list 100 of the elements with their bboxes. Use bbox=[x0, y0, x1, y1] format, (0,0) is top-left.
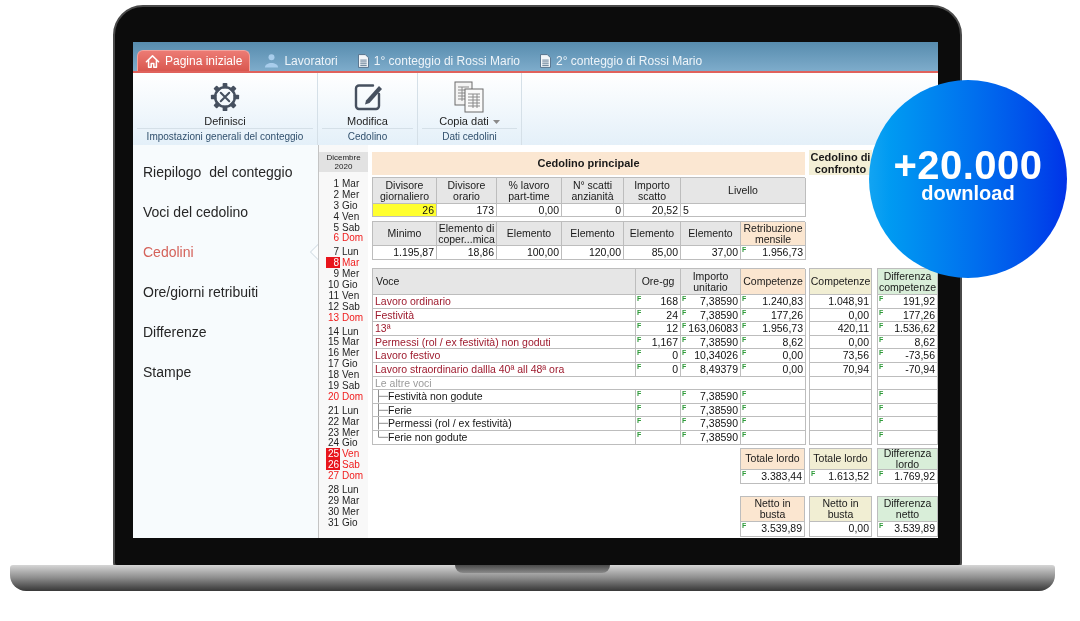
table-cell: 120,00 bbox=[588, 246, 621, 259]
column-header: Importo scatto bbox=[624, 178, 681, 204]
sidebar-item[interactable]: Stampe bbox=[133, 352, 318, 392]
column-header: Competenze bbox=[810, 269, 872, 295]
total-header: Netto in busta bbox=[809, 495, 872, 522]
table-cell: 8,62 bbox=[782, 335, 803, 349]
month-header: Dicembre 2020 bbox=[319, 152, 368, 172]
table-cell: 7,38590 bbox=[700, 417, 738, 430]
table-cell: 1.956,73 bbox=[762, 322, 803, 335]
weekday-label: Mar bbox=[341, 494, 360, 506]
day-number: 11 bbox=[328, 289, 340, 301]
tree-connector bbox=[378, 390, 388, 403]
weekday-label: Mer bbox=[341, 347, 360, 359]
table-cell: -70,94 bbox=[905, 362, 935, 376]
day-number: 16 bbox=[327, 347, 340, 359]
weekday-label: Gio bbox=[341, 516, 358, 528]
table-cell: 1.769,92 bbox=[894, 469, 935, 483]
column-header: Livello bbox=[681, 178, 806, 204]
table-cell: 13ª bbox=[375, 322, 391, 335]
table-cell: 177,26 bbox=[770, 308, 803, 322]
section-header: Cedolino di confronto bbox=[809, 150, 872, 175]
table-cell: 1,167 bbox=[651, 335, 678, 349]
day-number: 10 bbox=[327, 279, 340, 290]
table-cell: 420,11 bbox=[837, 322, 869, 335]
table-cell: 0 bbox=[672, 349, 678, 362]
column-header: N° scatti anzianità bbox=[562, 178, 624, 204]
document-icon bbox=[539, 53, 551, 68]
day-number: 25 bbox=[326, 448, 340, 460]
day-number: 23 bbox=[327, 426, 340, 438]
table-cell: 73,56 bbox=[842, 349, 869, 362]
total-header: Netto in busta bbox=[740, 495, 805, 522]
day-number: 31 bbox=[327, 516, 340, 528]
table-cell: 37,00 bbox=[711, 246, 738, 259]
weekday-label: Mer bbox=[341, 426, 360, 438]
table-cell: 85,00 bbox=[651, 246, 678, 259]
weekday-label: Gio bbox=[341, 279, 358, 290]
total-header: Differenza netto bbox=[877, 495, 938, 522]
table-cell: Festività bbox=[375, 308, 415, 322]
table-cell: 12 bbox=[666, 322, 678, 335]
table-cell: 163,06083 bbox=[688, 322, 738, 335]
table-cell: 3.383,44 bbox=[761, 469, 802, 483]
weekday-label: Gio bbox=[341, 437, 358, 449]
table-cell: 7,38590 bbox=[700, 295, 738, 308]
table-cell: 1.048,91 bbox=[828, 295, 869, 308]
weekday-label: Sab bbox=[341, 300, 360, 312]
table-cell: 0,00 bbox=[848, 308, 869, 322]
weekday-label: Lun bbox=[341, 246, 359, 258]
table-cell: Le altre voci bbox=[375, 376, 432, 390]
table-cell: 24 bbox=[666, 308, 678, 322]
day-number: 1 bbox=[333, 178, 340, 189]
sidebar-item[interactable]: Cedolini bbox=[133, 232, 318, 272]
column-header: Importo unitario bbox=[681, 269, 741, 295]
column-header: Competenze bbox=[741, 269, 806, 295]
ribbon-button[interactable]: Modifica bbox=[341, 73, 394, 128]
weekday-label: Ven bbox=[341, 210, 360, 222]
table-cell: 7,38590 bbox=[700, 335, 738, 349]
ribbon-button[interactable]: Definisci bbox=[198, 73, 252, 128]
document-icon bbox=[357, 53, 369, 68]
column-header: Elemento di coper...mica bbox=[437, 222, 497, 246]
day-number: 20 bbox=[327, 390, 340, 402]
column-header: Elemento bbox=[562, 222, 624, 246]
table-cell: 7,38590 bbox=[700, 308, 738, 322]
sidebar-item[interactable]: Ore/giorni retribuiti bbox=[133, 272, 318, 312]
day-number: 7 bbox=[333, 246, 340, 258]
weekday-label: Lun bbox=[341, 484, 359, 495]
home-icon bbox=[145, 53, 160, 69]
section-header: Cedolino principale bbox=[372, 152, 805, 175]
table-cell: 7,38590 bbox=[700, 390, 738, 403]
table-cell: 8,49379 bbox=[700, 362, 738, 376]
weekday-label: Mar bbox=[341, 257, 360, 269]
person-icon bbox=[264, 53, 280, 68]
weekday-label: Gio bbox=[341, 199, 358, 211]
weekday-label: Sab bbox=[341, 221, 360, 233]
table-cell: 18,86 bbox=[467, 246, 494, 259]
column-header: Minimo bbox=[373, 222, 437, 246]
total-header: Differenza lordo bbox=[877, 447, 938, 470]
day-number: 21 bbox=[327, 404, 340, 416]
table-cell: Permessi (rol / ex festività) non goduti bbox=[375, 335, 551, 349]
table-cell: 1.240,83 bbox=[762, 295, 803, 308]
table-cell: 173 bbox=[437, 204, 497, 217]
weekday-label: Ven bbox=[341, 369, 360, 381]
table-cell: 20,52 bbox=[624, 204, 681, 217]
table-cell: 0,00 bbox=[848, 521, 869, 535]
table-cell: Lavoro festivo bbox=[375, 349, 441, 362]
weekday-label: Mar bbox=[341, 415, 360, 427]
table-cell: 5 bbox=[681, 204, 806, 217]
sidebar-item[interactable]: Voci del cedolino bbox=[133, 192, 318, 232]
day-number: 12 bbox=[327, 300, 340, 312]
table-cell: 0,00 bbox=[782, 349, 803, 362]
sidebar-item[interactable]: Riepilogo del conteggio bbox=[133, 152, 318, 192]
badge-headline: +20.000 bbox=[893, 146, 1043, 184]
ribbon-button[interactable]: Copia dati bbox=[433, 73, 506, 128]
table-cell: 3.539,89 bbox=[761, 521, 802, 535]
weekday-label: Mer bbox=[341, 268, 360, 279]
day-number: 24 bbox=[327, 437, 340, 449]
weekday-label: Sab bbox=[341, 380, 360, 391]
sidebar-item[interactable]: Differenze bbox=[133, 312, 318, 352]
table-cell: 168 bbox=[660, 295, 678, 308]
table-cell: Ferie bbox=[388, 403, 412, 417]
day-number: 28 bbox=[327, 484, 340, 495]
